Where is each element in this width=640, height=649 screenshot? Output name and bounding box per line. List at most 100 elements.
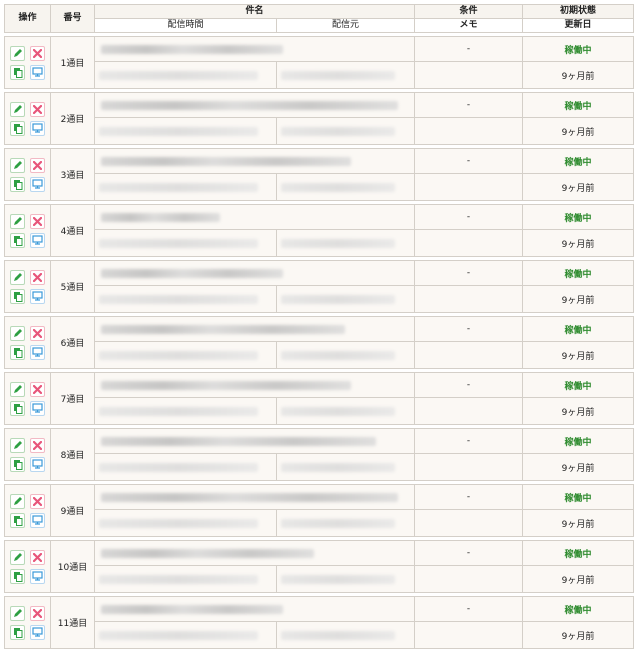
copy-button[interactable]: [10, 400, 25, 416]
sender-redacted: [281, 294, 395, 304]
preview-button[interactable]: [30, 288, 45, 304]
delete-button[interactable]: [30, 157, 45, 173]
send-time-cell: [94, 285, 277, 313]
col-initial-state: 初期状態: [522, 4, 635, 19]
send-time-cell: [94, 117, 277, 145]
condition-value: -: [414, 260, 524, 286]
edit-button[interactable]: [10, 437, 25, 453]
edit-button[interactable]: [10, 101, 25, 117]
send-time-cell: [94, 397, 277, 425]
delete-button[interactable]: [30, 325, 45, 341]
sender-cell: [275, 61, 416, 89]
edit-button[interactable]: [10, 325, 25, 341]
subject-cell[interactable]: [93, 540, 416, 566]
subject-redacted: [101, 604, 283, 614]
condition-value: -: [414, 484, 524, 510]
sender-cell: [275, 229, 416, 257]
message-table: 操作 番号 件名 条件 初期状態 配信時間 配信元 メモ 更新日 1通目 - 稼…: [4, 4, 635, 649]
condition-value: -: [414, 540, 524, 566]
preview-button[interactable]: [30, 120, 45, 136]
status-badge: 稼働中: [522, 540, 635, 566]
copy-button[interactable]: [10, 512, 25, 528]
delete-button[interactable]: [30, 101, 45, 117]
sender-redacted: [281, 238, 395, 248]
copy-button[interactable]: [10, 232, 25, 248]
preview-button[interactable]: [30, 568, 45, 584]
delete-button[interactable]: [30, 437, 45, 453]
sender-redacted: [281, 182, 395, 192]
condition-value: -: [414, 372, 524, 398]
preview-button[interactable]: [30, 176, 45, 192]
subject-cell[interactable]: [93, 92, 416, 118]
send-time-cell: [94, 229, 277, 257]
message-number: 3通目: [50, 148, 95, 201]
edit-button[interactable]: [10, 549, 25, 565]
close-icon: [33, 160, 42, 170]
table-row: 11通目 - 稼働中: [4, 596, 635, 649]
sender-cell: [275, 565, 416, 593]
memo-cell: [414, 565, 524, 593]
subject-cell[interactable]: [93, 204, 416, 230]
delete-button[interactable]: [30, 493, 45, 509]
subject-cell[interactable]: [93, 596, 416, 622]
copy-button[interactable]: [10, 344, 25, 360]
copy-button[interactable]: [10, 120, 25, 136]
edit-button[interactable]: [10, 157, 25, 173]
copy-button[interactable]: [10, 288, 25, 304]
subject-cell[interactable]: [93, 316, 416, 342]
preview-button[interactable]: [30, 64, 45, 80]
delete-button[interactable]: [30, 549, 45, 565]
message-number: 1通目: [50, 36, 95, 89]
edit-button[interactable]: [10, 269, 25, 285]
sender-cell: [275, 397, 416, 425]
sender-redacted: [281, 630, 395, 640]
delete-button[interactable]: [30, 45, 45, 61]
delete-button[interactable]: [30, 381, 45, 397]
updated-date: 9ヶ月前: [522, 117, 635, 145]
copy-icon: [13, 291, 22, 302]
delete-button[interactable]: [30, 605, 45, 621]
monitor-icon: [32, 627, 43, 637]
delete-button[interactable]: [30, 269, 45, 285]
copy-button[interactable]: [10, 568, 25, 584]
condition-value: -: [414, 148, 524, 174]
send-time-cell: [94, 565, 277, 593]
subject-cell[interactable]: [93, 260, 416, 286]
pencil-icon: [13, 217, 22, 225]
send-time-cell: [94, 453, 277, 481]
updated-date: 9ヶ月前: [522, 61, 635, 89]
edit-button[interactable]: [10, 605, 25, 621]
copy-button[interactable]: [10, 64, 25, 80]
memo-cell: [414, 621, 524, 649]
memo-cell: [414, 61, 524, 89]
sender-cell: [275, 453, 416, 481]
table-row: 3通目 - 稼働中: [4, 148, 635, 201]
ops-cell: [4, 540, 51, 593]
close-icon: [33, 608, 42, 618]
preview-button[interactable]: [30, 512, 45, 528]
copy-button[interactable]: [10, 456, 25, 472]
condition-value: -: [414, 204, 524, 230]
preview-button[interactable]: [30, 344, 45, 360]
subject-cell[interactable]: [93, 428, 416, 454]
subject-cell[interactable]: [93, 36, 416, 62]
copy-button[interactable]: [10, 176, 25, 192]
monitor-icon: [32, 291, 43, 301]
delete-button[interactable]: [30, 213, 45, 229]
pencil-icon: [13, 161, 22, 169]
edit-button[interactable]: [10, 493, 25, 509]
preview-button[interactable]: [30, 400, 45, 416]
preview-button[interactable]: [30, 624, 45, 640]
send-time-redacted: [99, 574, 259, 584]
col-sender: 配信元: [275, 18, 416, 33]
preview-button[interactable]: [30, 232, 45, 248]
preview-button[interactable]: [30, 456, 45, 472]
edit-button[interactable]: [10, 213, 25, 229]
ops-cell: [4, 596, 51, 649]
copy-button[interactable]: [10, 624, 25, 640]
subject-cell[interactable]: [93, 484, 416, 510]
subject-cell[interactable]: [93, 372, 416, 398]
edit-button[interactable]: [10, 45, 25, 61]
edit-button[interactable]: [10, 381, 25, 397]
subject-cell[interactable]: [93, 148, 416, 174]
